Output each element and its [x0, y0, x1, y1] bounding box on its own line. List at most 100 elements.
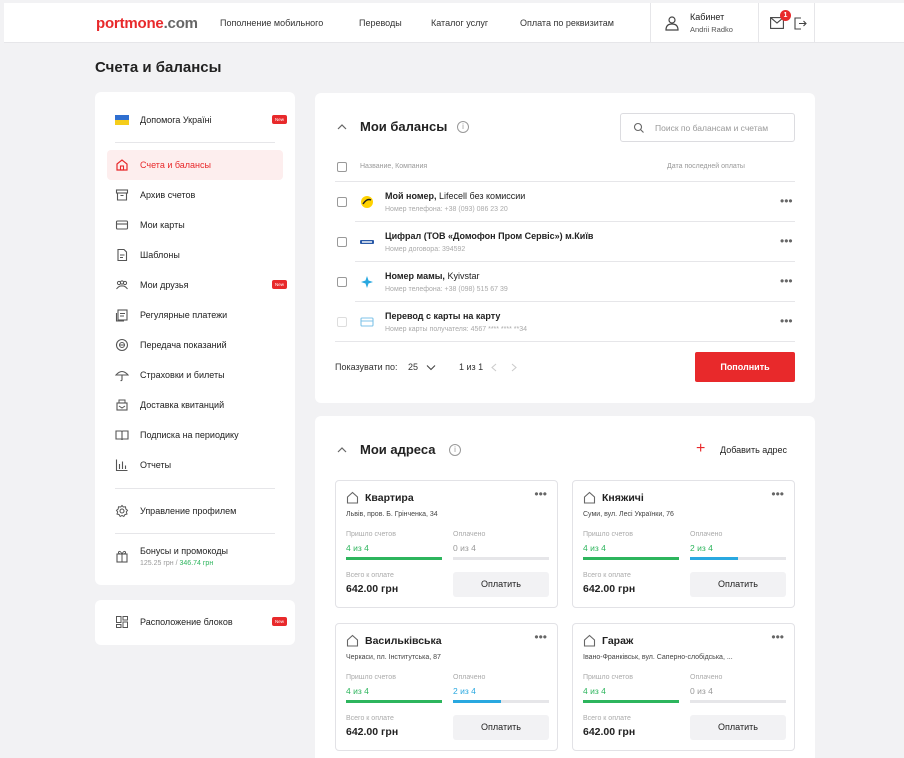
sidebar-item-bills-balances[interactable]: Счета и балансы: [107, 150, 283, 180]
sidebar-item-archive[interactable]: Архив счетов: [107, 180, 283, 210]
row-checkbox[interactable]: [337, 197, 347, 207]
ukraine-flag-icon: [115, 115, 129, 125]
sidebar-item-bonuses[interactable]: Бонусы и промокоды 125.25 грн / 346.74 г…: [107, 538, 283, 574]
chevron-left-icon[interactable]: [491, 363, 497, 372]
meter-icon: [115, 338, 129, 352]
sidebar-item-cards[interactable]: Мои карты: [107, 210, 283, 240]
pay-button[interactable]: Оплатить: [690, 572, 786, 597]
row-checkbox[interactable]: [337, 237, 347, 247]
address-card[interactable]: Княжичі ••• Суми, вул. Лесі Українки, 76…: [572, 480, 795, 608]
logout-icon[interactable]: [794, 17, 807, 30]
nav-catalog[interactable]: Каталог услуг: [431, 18, 488, 28]
sidebar-item-templates[interactable]: Шаблоны: [107, 240, 283, 270]
grid-icon: [116, 616, 128, 628]
row-subtitle: Номер телефона: +38 (098) 515 67 39: [385, 286, 508, 293]
more-options-icon[interactable]: •••: [771, 630, 784, 644]
info-icon[interactable]: i: [457, 121, 469, 133]
per-page-select[interactable]: 25: [408, 362, 418, 372]
sidebar-item-label: Управление профилем: [140, 506, 237, 516]
book-icon: [115, 430, 129, 441]
cabinet-title[interactable]: Кабинет: [690, 12, 724, 22]
sidebar-item-label: Бонусы и промокоды: [140, 546, 228, 556]
sidebar-item-label: Страховки и билеты: [140, 370, 225, 380]
chevron-right-icon[interactable]: [511, 363, 517, 372]
row-subtitle: Номер телефона: +38 (093) 086 23 20: [385, 206, 508, 213]
more-options-icon[interactable]: •••: [771, 487, 784, 501]
top-bar: portmone.com Пополнение мобильного Перев…: [4, 3, 904, 43]
address-card[interactable]: Гараж ••• Івано-Франківськ, вул. Саперно…: [572, 623, 795, 751]
pay-button[interactable]: Оплатить: [453, 715, 549, 740]
column-date-header[interactable]: Дата последней оплаты: [667, 163, 745, 170]
came-value: 4 из 4: [346, 686, 369, 696]
row-title: Цифрал (ТОВ «Домофон Пром Сервіс») м.Киї…: [385, 231, 594, 241]
add-address-button[interactable]: Добавить адрес: [720, 445, 787, 455]
paid-label: Оплачено: [690, 674, 723, 681]
row-title: Перевод с карты на карту: [385, 311, 501, 321]
select-all-checkbox[interactable]: [337, 162, 347, 172]
pay-button[interactable]: Оплатить: [690, 715, 786, 740]
column-name-header[interactable]: Название, Компания: [360, 163, 427, 170]
came-label: Пришло счетов: [346, 531, 396, 538]
came-progress: [583, 557, 679, 560]
total-value: 642.00 грн: [346, 583, 399, 595]
user-icon[interactable]: [664, 15, 680, 31]
more-options-icon[interactable]: •••: [534, 487, 547, 501]
nav-mobile-topup[interactable]: Пополнение мобильного: [220, 18, 323, 28]
per-page-label: Показувати по:: [335, 362, 398, 372]
sidebar-item-label: Доставка квитанций: [140, 400, 225, 410]
came-value: 4 из 4: [583, 543, 606, 553]
paid-value: 2 из 4: [453, 686, 476, 696]
recurring-icon: [115, 309, 128, 322]
total-label: Всего к оплате: [346, 715, 394, 722]
plus-icon[interactable]: +: [696, 440, 705, 458]
home-icon: [346, 491, 359, 504]
new-badge: New: [272, 280, 287, 289]
address-name: Васильківська: [365, 635, 442, 647]
sidebar-item-label: Расположение блоков: [140, 617, 233, 627]
sidebar-item-profile[interactable]: Управление профилем: [107, 496, 283, 526]
info-icon[interactable]: i: [449, 444, 461, 456]
address-card[interactable]: Квартира ••• Львів, пров. Б. Грінченка, …: [335, 480, 558, 608]
more-options-icon[interactable]: •••: [534, 630, 547, 644]
sidebar-item-recurring[interactable]: Регулярные платежи: [107, 300, 283, 330]
address-line: Львів, пров. Б. Грінченка, 34: [346, 511, 438, 518]
sidebar-item-subscriptions[interactable]: Подписка на периодику: [107, 420, 283, 450]
sidebar-item-insurance[interactable]: Страховки и билеты: [107, 360, 283, 390]
address-card[interactable]: Васильківська ••• Черкаси, пл. Інститутс…: [335, 623, 558, 751]
sidebar-item-label: Регулярные платежи: [140, 310, 228, 320]
nav-pay-by-details[interactable]: Оплата по реквизитам: [520, 18, 614, 28]
paid-label: Оплачено: [453, 531, 486, 538]
paid-value: 0 из 4: [453, 543, 476, 553]
topup-button[interactable]: Пополнить: [695, 352, 795, 382]
paid-progress: [690, 557, 786, 560]
balances-card: Мои балансы i Поиск по балансам и счетам…: [315, 93, 815, 403]
kyivstar-icon: [361, 276, 373, 288]
paid-progress: [453, 700, 549, 703]
more-options-icon[interactable]: •••: [780, 234, 793, 248]
cifral-icon: [360, 240, 374, 244]
divider: [355, 261, 795, 262]
chevron-up-icon[interactable]: [337, 446, 347, 454]
paid-value: 0 из 4: [690, 686, 713, 696]
more-options-icon[interactable]: •••: [780, 274, 793, 288]
row-checkbox[interactable]: [337, 277, 347, 287]
sidebar-item-block-layout[interactable]: Расположение блоков New: [107, 607, 287, 637]
came-label: Пришло счетов: [583, 674, 633, 681]
search-input[interactable]: Поиск по балансам и счетам: [620, 113, 795, 142]
row-subtitle: Номер договора: 394592: [385, 246, 466, 253]
more-options-icon[interactable]: •••: [780, 314, 793, 328]
row-checkbox[interactable]: [337, 317, 347, 327]
portmone-logo[interactable]: portmone.com: [96, 15, 198, 32]
more-options-icon[interactable]: •••: [780, 194, 793, 208]
nav-transfers[interactable]: Переводы: [359, 18, 402, 28]
chevron-up-icon[interactable]: [337, 123, 347, 131]
sidebar-item-meter-readings[interactable]: Передача показаний: [107, 330, 283, 360]
paid-label: Оплачено: [453, 674, 486, 681]
sidebar-item-reports[interactable]: Отчеты: [107, 450, 283, 480]
sidebar-item-ukraine-help[interactable]: Допомога Україні New: [107, 105, 287, 135]
chevron-down-icon[interactable]: [426, 364, 436, 371]
sidebar-item-receipt-delivery[interactable]: Доставка квитанций: [107, 390, 283, 420]
total-value: 642.00 грн: [346, 726, 399, 738]
pay-button[interactable]: Оплатить: [453, 572, 549, 597]
sidebar-item-friends[interactable]: Мои друзья New: [107, 270, 287, 300]
